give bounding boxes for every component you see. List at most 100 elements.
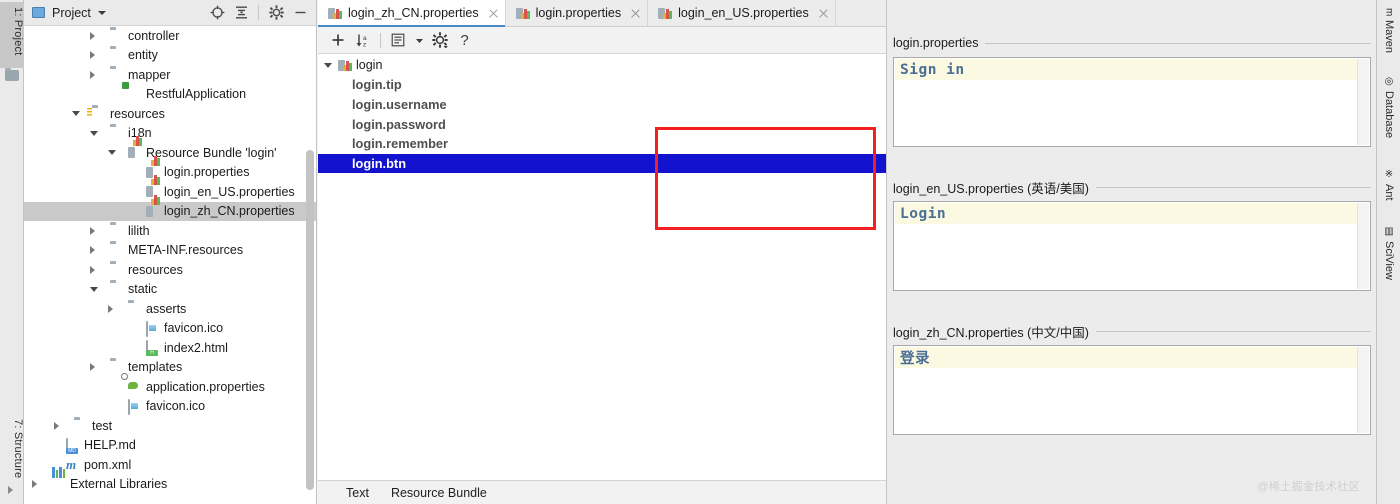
tree-row[interactable]: i18n: [24, 124, 316, 144]
resource-bundle-toolbar: a z ?: [318, 27, 886, 54]
resource-key-row[interactable]: login.password: [318, 114, 886, 134]
markdown-file-icon: MD: [66, 437, 80, 454]
value-editor-scrollbar[interactable]: [1357, 59, 1369, 145]
tree-row[interactable]: m pom.xml: [24, 455, 316, 475]
key-tree-root[interactable]: login: [318, 55, 886, 75]
tree-row[interactable]: static: [24, 280, 316, 300]
folder-icon: [74, 419, 88, 432]
tree-row[interactable]: entity: [24, 46, 316, 66]
tree-row-label: External Libraries: [70, 477, 168, 492]
chevron-expanded-icon[interactable]: [90, 286, 98, 292]
tree-row[interactable]: controller: [24, 26, 316, 46]
chevron-expanded-icon[interactable]: [90, 130, 98, 136]
tree-row[interactable]: application.properties: [24, 373, 316, 397]
tool-tab-maven[interactable]: m Maven: [1377, 4, 1400, 57]
project-tree[interactable]: controller entity mapper RestfulApplication…: [24, 26, 316, 504]
chevron-down-icon[interactable]: [97, 10, 106, 15]
tree-row[interactable]: favicon.ico: [24, 319, 316, 339]
tool-tab-database[interactable]: ◎ Database: [1377, 72, 1400, 142]
project-panel-actions: [206, 0, 311, 25]
tree-row[interactable]: login.properties: [24, 155, 316, 183]
sidebar-tab-project[interactable]: 1: Project: [0, 2, 24, 68]
tree-row[interactable]: MD HELP.md: [24, 436, 316, 456]
gear-icon[interactable]: [265, 2, 287, 23]
chevron-collapsed-icon[interactable]: [32, 480, 37, 489]
chevron-collapsed-icon[interactable]: [108, 304, 113, 313]
chevron-expanded-icon[interactable]: [108, 150, 116, 156]
close-icon[interactable]: [488, 8, 499, 19]
chevron-collapsed-icon[interactable]: [90, 265, 95, 274]
tree-row[interactable]: mapper: [24, 65, 316, 85]
chevron-expanded-icon[interactable]: [72, 111, 80, 117]
add-property-button[interactable]: [326, 29, 349, 51]
value-editor-textarea[interactable]: Sign in: [893, 57, 1371, 147]
chevron-collapsed-icon[interactable]: [54, 421, 59, 430]
tree-row[interactable]: Resource Bundle 'login': [24, 136, 316, 163]
tree-row-label: resources: [110, 106, 165, 121]
tree-row[interactable]: asserts: [24, 299, 316, 319]
chevron-collapsed-icon[interactable]: [90, 31, 95, 40]
group-keys-button[interactable]: [387, 29, 410, 51]
value-editor-scrollbar[interactable]: [1357, 347, 1369, 433]
editor-tab-label: login_en_US.properties: [678, 6, 809, 20]
tree-row[interactable]: RestfulApplication: [24, 85, 316, 105]
editor-bottom-tab[interactable]: Resource Bundle: [391, 486, 487, 500]
tree-row-label: asserts: [146, 301, 187, 316]
resource-key-row[interactable]: login.btn: [318, 153, 886, 174]
tree-row-label: index2.html: [164, 340, 228, 355]
editor-tab[interactable]: login_zh_CN.properties: [318, 0, 506, 27]
minimize-icon[interactable]: [289, 2, 311, 23]
project-icon: [32, 7, 45, 18]
tool-tab-sciview[interactable]: ▥ SciView: [1377, 222, 1400, 284]
value-editor-scrollbar[interactable]: [1357, 203, 1369, 289]
structure-expand-arrow-icon[interactable]: [8, 486, 13, 494]
project-tree-scrollbar[interactable]: [306, 150, 314, 490]
chevron-collapsed-icon[interactable]: [90, 363, 95, 372]
locate-icon[interactable]: [206, 2, 228, 23]
resource-key-label: login.password: [352, 116, 446, 132]
properties-file-icon: [658, 7, 673, 19]
resource-key-row[interactable]: login.remember: [318, 134, 886, 154]
tree-row[interactable]: META-INF.resources: [24, 241, 316, 261]
close-icon[interactable]: [630, 8, 641, 19]
view-options-dropdown[interactable]: [412, 29, 426, 51]
collapse-all-icon[interactable]: [230, 2, 252, 23]
close-icon[interactable]: [818, 8, 829, 19]
tree-row[interactable]: External Libraries: [24, 466, 316, 495]
chevron-collapsed-icon[interactable]: [90, 246, 95, 255]
help-button[interactable]: ?: [453, 29, 476, 51]
editor-bottom-tab[interactable]: Text: [346, 486, 369, 500]
tree-row[interactable]: test: [24, 416, 316, 436]
tree-row-label: HELP.md: [84, 438, 136, 453]
value-editor-title: login.properties: [893, 36, 979, 50]
translation-values-panel: login.properties Sign in login_en_US.prope…: [886, 0, 1376, 504]
folder-icon: [110, 283, 124, 296]
tree-row[interactable]: lilith: [24, 221, 316, 241]
chevron-expanded-icon[interactable]: [324, 62, 332, 68]
resource-key-row[interactable]: login.tip: [318, 75, 886, 95]
editor-tab[interactable]: login_en_US.properties: [648, 0, 836, 26]
tool-tab-ant[interactable]: ※ Ant: [1377, 165, 1400, 205]
editor-tab[interactable]: login.properties: [505, 0, 649, 26]
settings-button[interactable]: [428, 29, 451, 51]
tool-tab-ant-label: Ant: [1383, 184, 1395, 201]
chevron-collapsed-icon[interactable]: [90, 51, 95, 60]
tree-row[interactable]: resources: [24, 104, 316, 124]
tree-row[interactable]: templates: [24, 358, 316, 378]
value-editor-textarea[interactable]: Login: [893, 201, 1371, 291]
tree-row[interactable]: Hindex2.html: [24, 338, 316, 358]
value-editor-text: 登录: [900, 351, 930, 367]
folder-icon: [110, 361, 124, 374]
tree-row[interactable]: login_en_US.properties: [24, 175, 316, 202]
chevron-collapsed-icon[interactable]: [90, 226, 95, 235]
folder-icon: [110, 29, 124, 42]
ico-file-icon: [128, 398, 142, 415]
resource-bundle-key-list[interactable]: login login.tip login.username login.passw…: [318, 55, 886, 480]
sort-alphabetically-button[interactable]: a z: [351, 29, 374, 51]
tree-row[interactable]: login_zh_CN.properties: [24, 194, 316, 221]
tree-row[interactable]: favicon.ico: [24, 397, 316, 417]
tree-row[interactable]: resources: [24, 260, 316, 280]
value-editor-textarea[interactable]: 登录: [893, 345, 1371, 435]
resource-key-row[interactable]: login.username: [318, 95, 886, 115]
chevron-collapsed-icon[interactable]: [90, 70, 95, 79]
